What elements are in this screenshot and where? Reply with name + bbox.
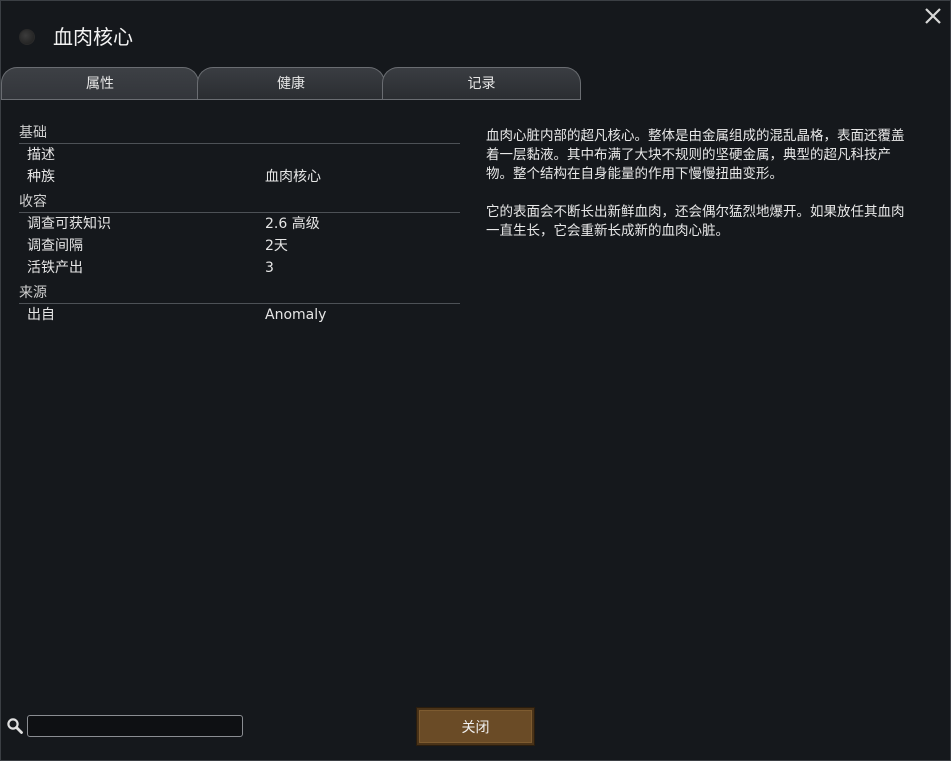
window-title: 血肉核心	[53, 25, 133, 49]
thing-icon	[19, 29, 35, 45]
stat-row-study-interval[interactable]: 调查间隔 2天	[19, 235, 460, 257]
stat-value: 血肉核心	[265, 169, 321, 185]
section-header-source: 来源	[19, 282, 460, 304]
stat-label: 种族	[27, 169, 55, 185]
close-button[interactable]: 关闭	[416, 707, 535, 746]
stat-value: 2天	[265, 238, 288, 254]
tab-bar: 属性 健康 记录	[1, 67, 601, 101]
stat-row-bioferrite-yield[interactable]: 活铁产出 3	[19, 257, 460, 279]
stat-row-source[interactable]: 出自 Anomaly	[19, 304, 460, 326]
tab-stats[interactable]: 属性	[1, 67, 199, 100]
stat-label: 出自	[27, 307, 55, 323]
stat-row-race[interactable]: 种族 血肉核心	[19, 166, 460, 188]
stat-label: 调查间隔	[27, 238, 83, 254]
section-header-containment: 收容	[19, 191, 460, 213]
stats-panel: 基础 描述 种族 血肉核心 收容 调查可获知识 2.6 高级 调查间隔 2天 活…	[19, 119, 460, 326]
stat-value: Anomaly	[265, 307, 327, 323]
stat-label: 调查可获知识	[27, 216, 111, 232]
stat-value: 3	[265, 260, 274, 276]
description-paragraph: 它的表面会不断长出新鲜血肉，还会偶尔猛烈地爆开。如果放任其血肉一直生长，它会重新…	[486, 204, 905, 239]
section-header-basics: 基础	[19, 122, 460, 144]
info-window: 血肉核心 属性 健康 记录 基础 描述 种族 血肉核心 收容 调查可获知识 2.…	[0, 0, 951, 761]
close-icon[interactable]	[922, 5, 944, 27]
description-panel: 血肉心脏内部的超凡核心。整体是由金属组成的混乱晶格，表面还覆盖着一层黏液。其中布…	[486, 127, 906, 260]
tab-log[interactable]: 记录	[382, 67, 581, 100]
search-input[interactable]	[27, 715, 243, 737]
search-icon	[7, 718, 23, 734]
stat-label: 活铁产出	[27, 260, 83, 276]
tab-health[interactable]: 健康	[197, 67, 385, 100]
stat-row-study-knowledge[interactable]: 调查可获知识 2.6 高级	[19, 213, 460, 235]
stat-value: 2.6 高级	[265, 216, 320, 232]
description-paragraph: 血肉心脏内部的超凡核心。整体是由金属组成的混乱晶格，表面还覆盖着一层黏液。其中布…	[486, 128, 905, 182]
stat-row-description[interactable]: 描述	[19, 144, 460, 166]
stat-label: 描述	[27, 147, 55, 163]
tab-divider	[1, 99, 581, 100]
